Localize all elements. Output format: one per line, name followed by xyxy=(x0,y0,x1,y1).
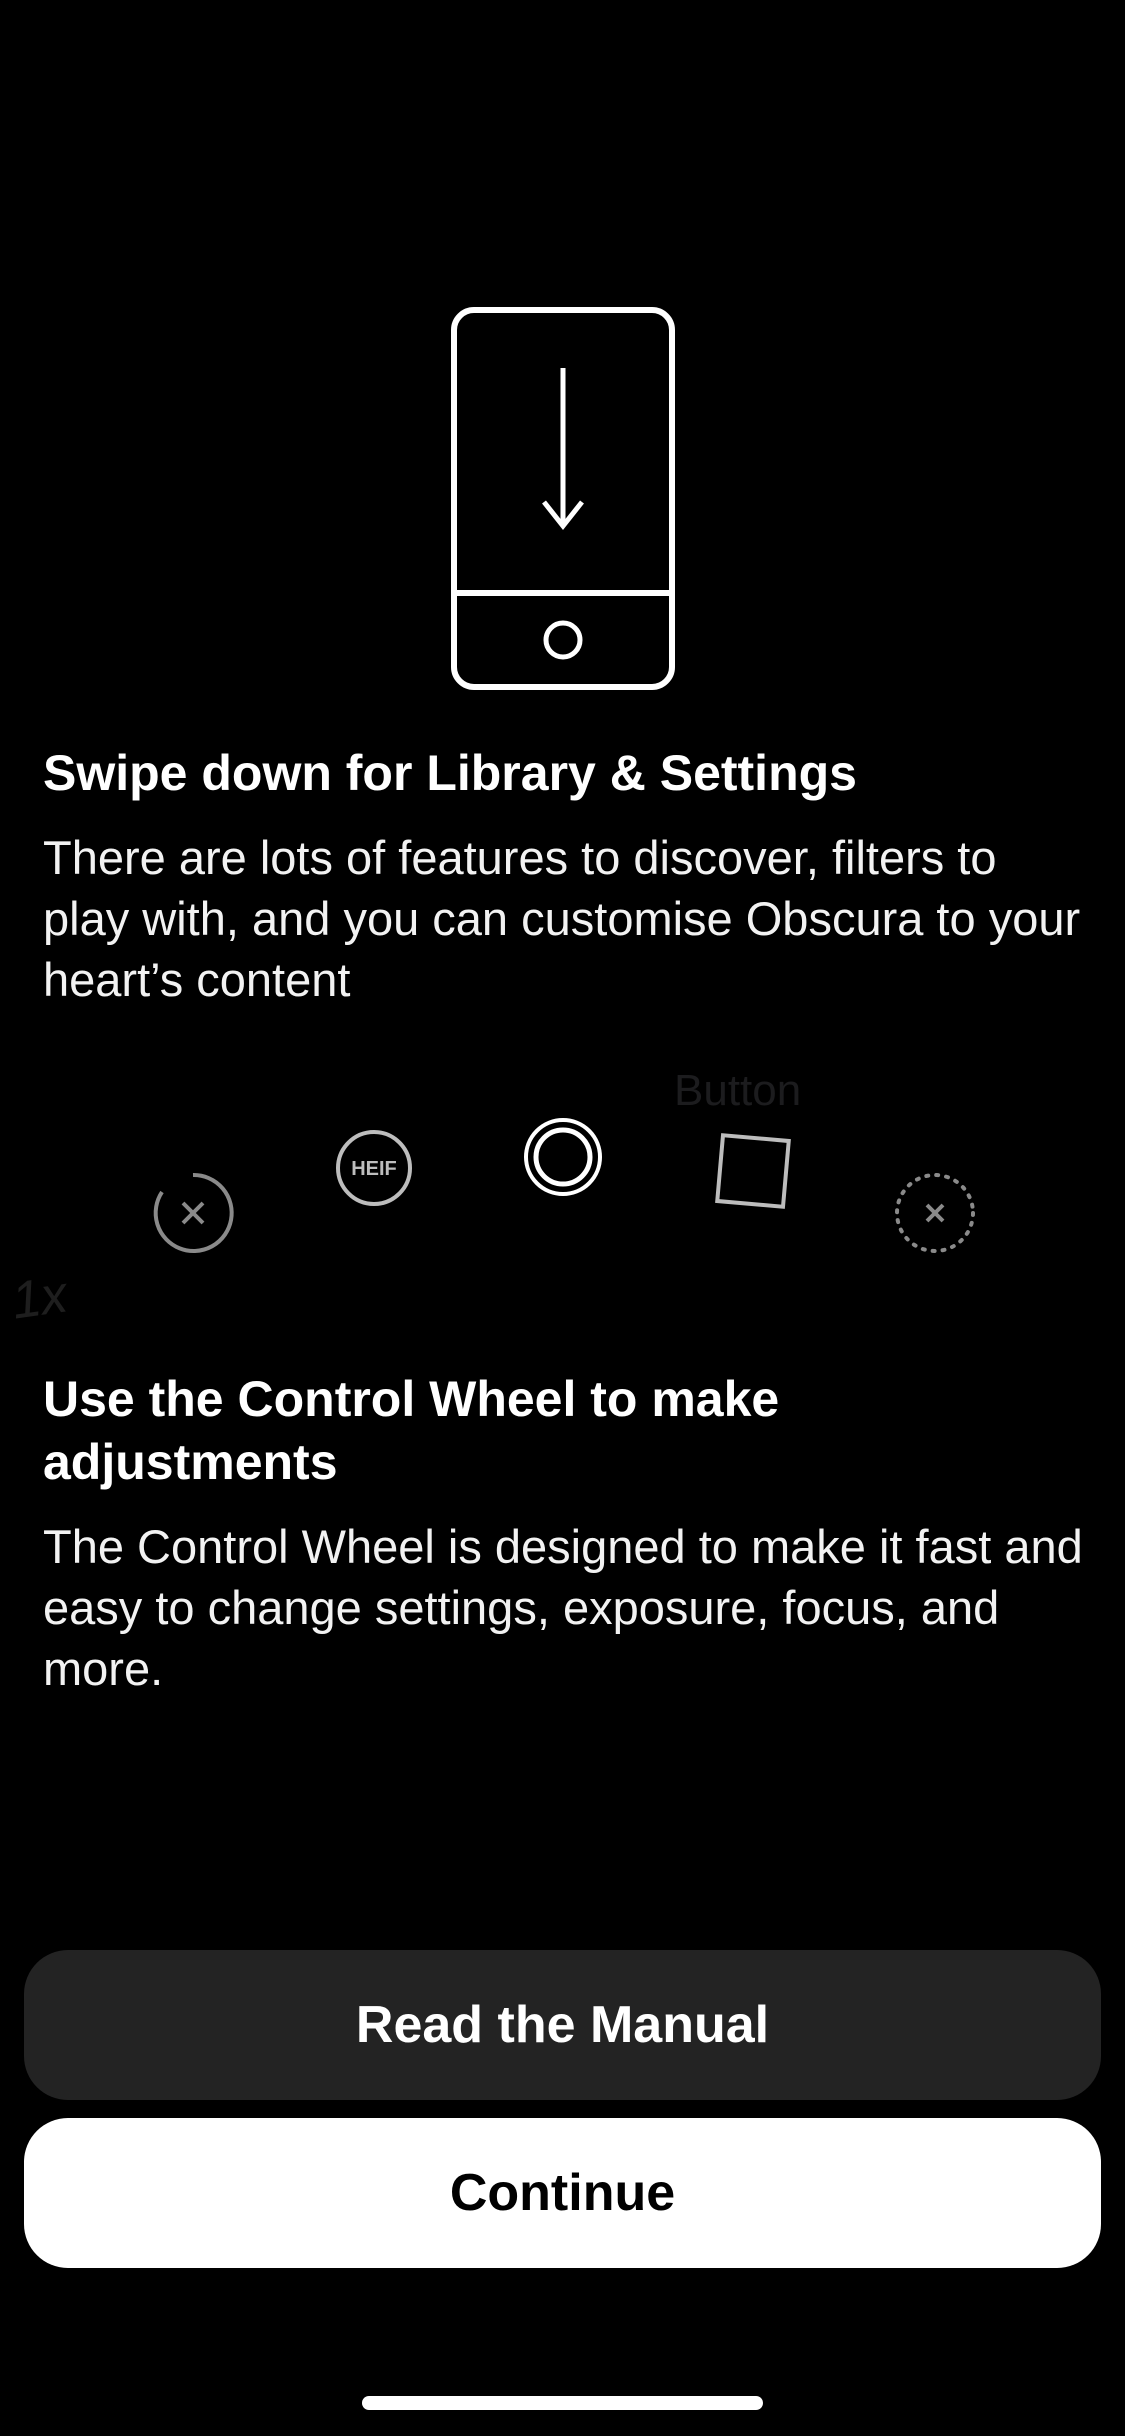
home-indicator[interactable] xyxy=(362,2396,763,2410)
phone-swipe-down-icon xyxy=(451,307,675,690)
control-wheel-section: Use the Control Wheel to make adjustment… xyxy=(43,1368,1083,1699)
control-wheel-preview: HEIF xyxy=(0,1060,1125,1340)
flash-off-dotted-icon[interactable] xyxy=(892,1170,978,1256)
crop-square-icon[interactable] xyxy=(710,1128,796,1214)
control-wheel-description: The Control Wheel is designed to make it… xyxy=(43,1520,1083,1695)
shutter-ring-icon[interactable] xyxy=(522,1116,604,1198)
library-settings-section: Swipe down for Library & Settings There … xyxy=(43,742,1083,1010)
library-settings-title: Swipe down for Library & Settings xyxy=(43,745,857,801)
read-manual-button[interactable]: Read the Manual xyxy=(24,1950,1101,2100)
library-settings-description: There are lots of features to discover, … xyxy=(43,831,1081,1006)
heif-format-icon[interactable]: HEIF xyxy=(334,1128,414,1208)
continue-button[interactable]: Continue xyxy=(24,2118,1101,2268)
timer-off-icon xyxy=(153,1172,234,1253)
control-wheel-title: Use the Control Wheel to make adjustment… xyxy=(43,1371,780,1490)
svg-text:HEIF: HEIF xyxy=(351,1158,397,1180)
